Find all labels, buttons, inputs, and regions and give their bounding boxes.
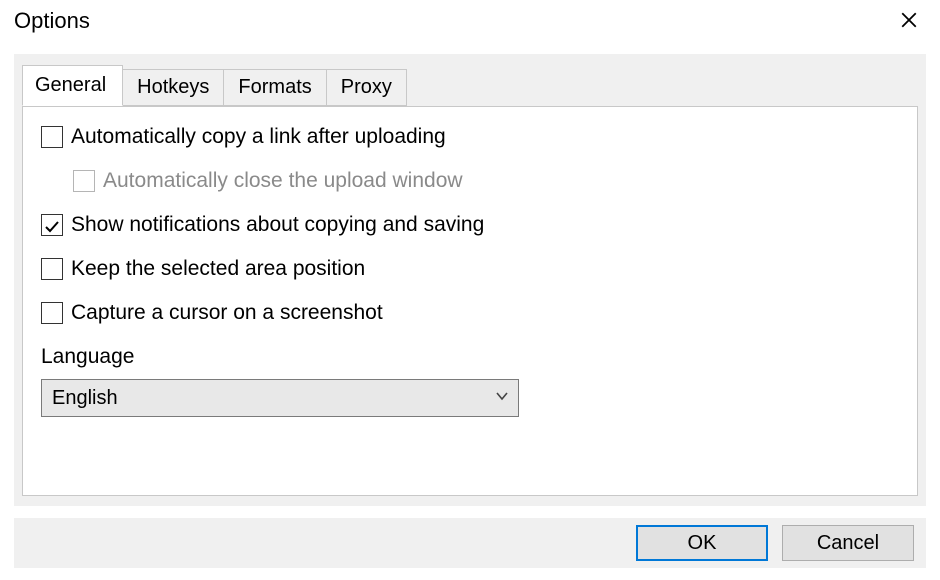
tab-label: Hotkeys [137,76,209,98]
checkbox-show-notifications[interactable] [41,214,63,236]
language-select[interactable]: English [41,379,519,417]
button-label: OK [688,532,717,555]
button-label: Cancel [817,532,879,555]
client-area: General Hotkeys Formats Proxy Automatica… [14,54,926,506]
language-label: Language [41,345,899,369]
option-label[interactable]: Capture a cursor on a screenshot [71,301,383,325]
option-label: Automatically close the upload window [103,169,463,193]
chevron-down-icon [494,387,510,410]
ok-button[interactable]: OK [636,525,768,561]
option-auto-copy-link: Automatically copy a link after uploadin… [41,125,899,149]
option-capture-cursor: Capture a cursor on a screenshot [41,301,899,325]
option-auto-close-upload: Automatically close the upload window [73,169,899,193]
tab-label: Proxy [341,76,392,98]
language-value: English [52,387,118,410]
option-label[interactable]: Show notifications about copying and sav… [71,213,484,237]
titlebar: Options [0,0,940,44]
option-label[interactable]: Automatically copy a link after uploadin… [71,125,446,149]
tab-general[interactable]: General [22,65,123,106]
dialog-footer: OK Cancel [14,518,926,568]
option-show-notifications: Show notifications about copying and sav… [41,213,899,237]
close-button[interactable] [892,6,926,40]
option-label[interactable]: Keep the selected area position [71,257,365,281]
checkbox-auto-close-upload [73,170,95,192]
option-keep-selected-area: Keep the selected area position [41,257,899,281]
tab-label: Formats [238,76,311,98]
tab-label: General [35,74,106,96]
tab-proxy[interactable]: Proxy [327,69,407,106]
checkmark-icon [44,217,60,233]
tabstrip: General Hotkeys Formats Proxy [22,68,407,105]
tabpage-general: Automatically copy a link after uploadin… [22,106,918,496]
checkbox-keep-selected-area[interactable] [41,258,63,280]
checkbox-auto-copy-link[interactable] [41,126,63,148]
close-icon [900,11,918,35]
checkbox-capture-cursor[interactable] [41,302,63,324]
options-dialog: Options General Hotkeys Formats Proxy [0,0,940,580]
tab-hotkeys[interactable]: Hotkeys [123,69,224,106]
cancel-button[interactable]: Cancel [782,525,914,561]
window-title: Options [14,6,90,34]
tab-formats[interactable]: Formats [224,69,326,106]
